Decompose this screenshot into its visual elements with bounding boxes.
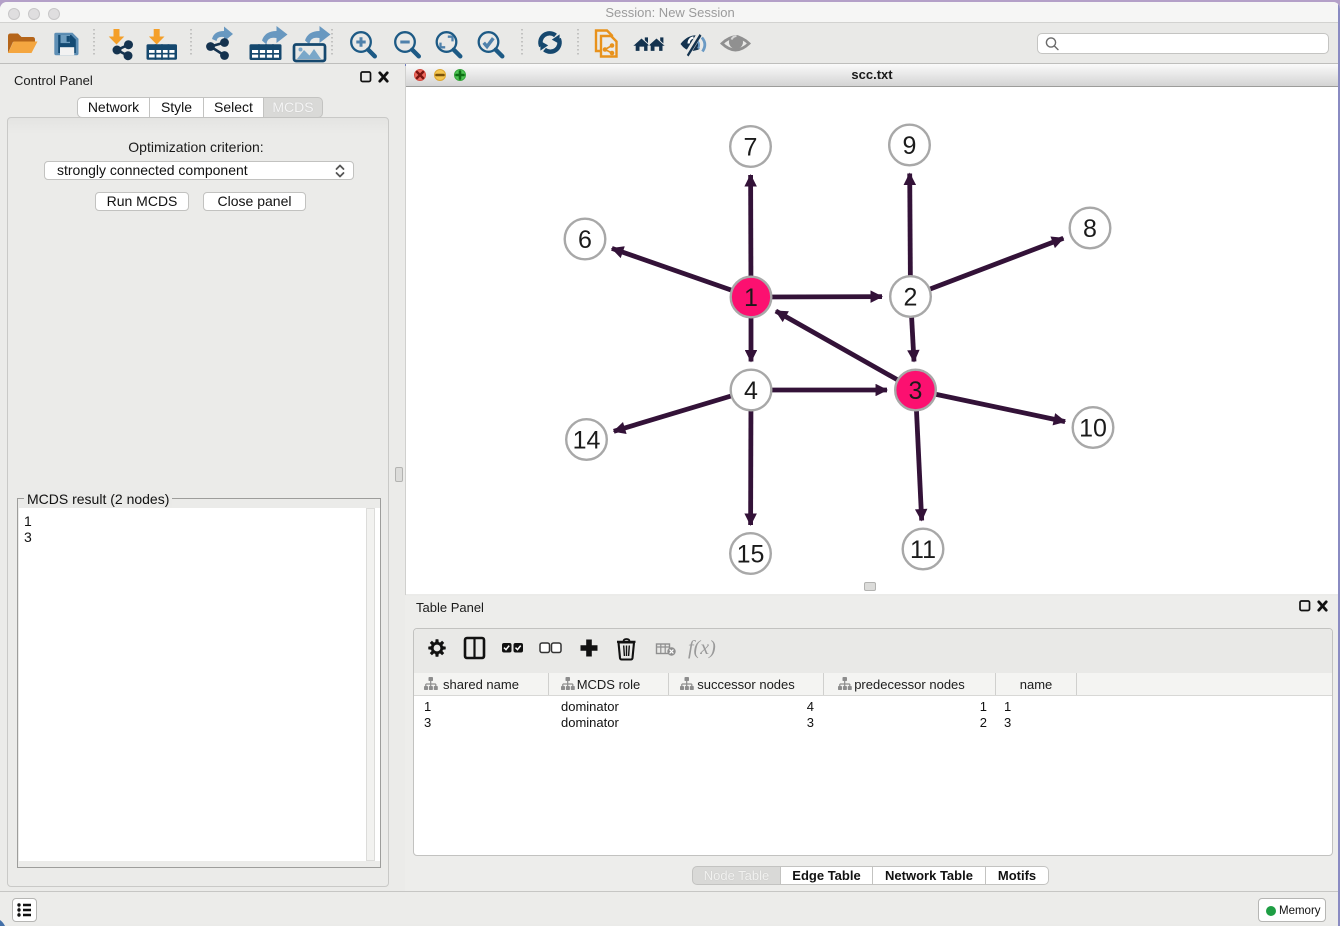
svg-text:8: 8 (1083, 215, 1097, 243)
svg-text:3: 3 (909, 377, 923, 405)
svg-text:9: 9 (903, 132, 917, 160)
svg-text:2: 2 (904, 284, 918, 312)
svg-text:14: 14 (573, 427, 601, 455)
svg-text:1: 1 (744, 284, 758, 312)
svg-text:6: 6 (578, 226, 592, 254)
svg-text:7: 7 (744, 134, 758, 162)
svg-text:10: 10 (1079, 415, 1107, 443)
svg-text:f(x): f(x) (688, 637, 716, 659)
svg-text:4: 4 (744, 377, 758, 405)
svg-text:15: 15 (737, 541, 765, 569)
svg-text:11: 11 (910, 536, 936, 564)
